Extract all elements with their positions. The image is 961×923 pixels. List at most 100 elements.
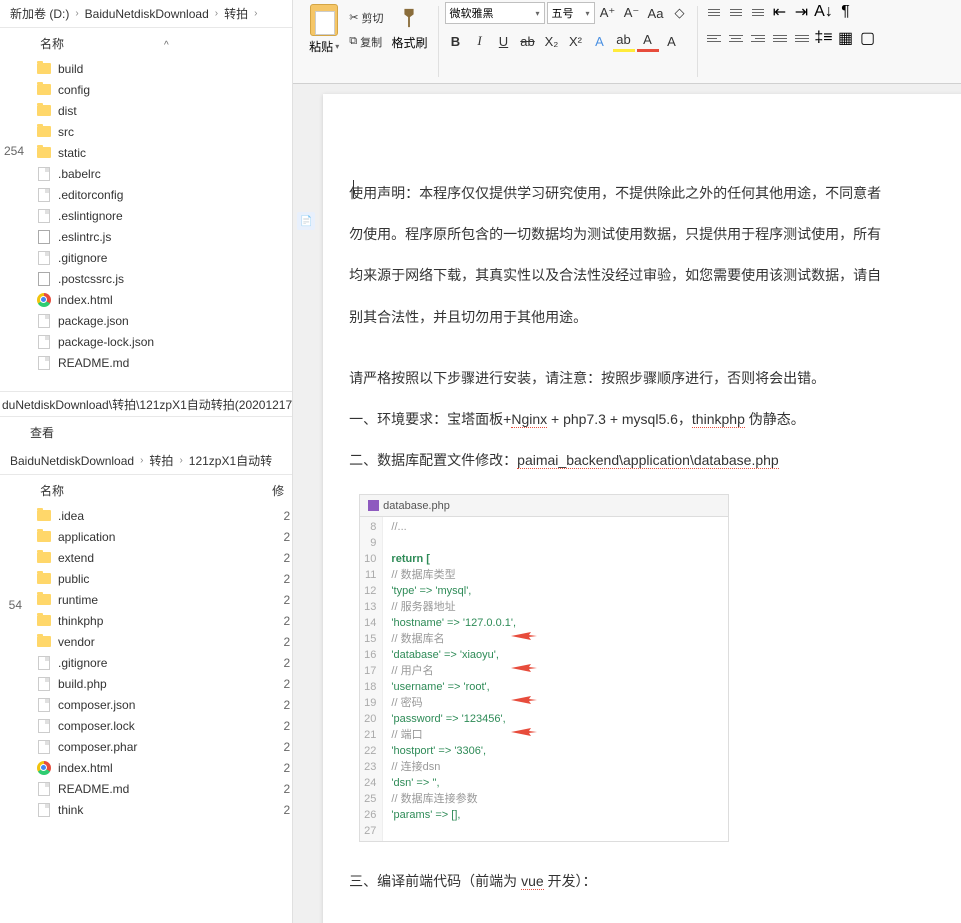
bc-item[interactable]: BaiduNetdiskDownload (4, 454, 140, 468)
line-spacing-button[interactable]: ‡≡ (814, 28, 834, 48)
file-row[interactable]: dist (0, 100, 292, 121)
bullet-list-button[interactable] (704, 2, 724, 22)
file-row[interactable]: runtime2 (0, 589, 292, 610)
indent-right-button[interactable]: ⇥ (792, 2, 812, 22)
font-color-button[interactable]: A (637, 30, 659, 52)
text-cursor (353, 180, 354, 198)
file-row[interactable]: package-lock.json (0, 331, 292, 352)
file-row[interactable]: vendor2 (0, 631, 292, 652)
font-name-dropdown[interactable]: 微软雅黑▾ (445, 2, 545, 24)
file-row[interactable]: .gitignore (0, 247, 292, 268)
col-name[interactable]: 名称 (40, 482, 64, 499)
file-row[interactable]: .eslintrc.js (0, 226, 292, 247)
subscript-button[interactable]: X₂ (541, 30, 563, 52)
justify-button[interactable] (770, 28, 790, 48)
file-row[interactable]: package.json (0, 310, 292, 331)
indent-left-button[interactable]: ⇤ (770, 2, 790, 22)
file-row[interactable]: .editorconfig (0, 184, 292, 205)
file-row[interactable]: build (0, 58, 292, 79)
file-row[interactable]: .babelrc (0, 163, 292, 184)
strike-button[interactable]: ab (517, 30, 539, 52)
file-row[interactable]: README.md2 (0, 778, 292, 799)
file-row[interactable]: application2 (0, 526, 292, 547)
file-name: public (58, 572, 89, 586)
number-list-button[interactable] (726, 2, 746, 22)
file-row[interactable]: composer.phar2 (0, 736, 292, 757)
paste-button[interactable]: 粘贴▾ (303, 2, 345, 57)
file-row[interactable]: .postcssrc.js (0, 268, 292, 289)
bc-item[interactable]: BaiduNetdiskDownload (79, 7, 215, 21)
file-row[interactable]: index.html (0, 289, 292, 310)
file-row[interactable]: .eslintignore (0, 205, 292, 226)
file-modified: 2 (283, 551, 290, 565)
align-right-button[interactable] (748, 28, 768, 48)
file-row[interactable]: config (0, 79, 292, 100)
file-row[interactable]: README.md (0, 352, 292, 373)
grow-font-button[interactable]: A⁺ (597, 2, 619, 24)
col-modified[interactable]: 修 (272, 482, 284, 499)
file-row[interactable]: static (0, 142, 292, 163)
align-center-button[interactable] (726, 28, 746, 48)
col-name[interactable]: 名称^ (40, 35, 169, 52)
superscript-button[interactable]: X² (565, 30, 587, 52)
file-row[interactable]: public 2 (0, 568, 292, 589)
multilevel-list-button[interactable] (748, 2, 768, 22)
format-painter-button[interactable]: 格式刷 (387, 2, 431, 57)
bc-item[interactable]: 转拍 (143, 452, 179, 469)
bc-item[interactable]: 121zpX1自动转 (183, 452, 278, 469)
file-modified: 2 (283, 782, 290, 796)
clear-format-button[interactable]: ◇ (669, 2, 691, 24)
doc-paragraph: 均来源于网络下载，其真实性以及合法性没经过审验，如您需要使用该测试数据，请自 (349, 256, 961, 295)
text-effect-button[interactable]: A (589, 30, 611, 52)
file-name: package.json (58, 314, 129, 328)
view-tab[interactable]: 查看 (0, 417, 292, 447)
document-area[interactable]: 📄 使用声明：本程序仅仅提供学习研究使用，不提供除此之外的任何其他用途，不同意者… (293, 84, 961, 923)
underline-button[interactable]: U (493, 30, 515, 52)
cut-button[interactable]: ✂ 剪切 (345, 8, 387, 28)
distribute-button[interactable] (792, 28, 812, 48)
document-page[interactable]: 📄 使用声明：本程序仅仅提供学习研究使用，不提供除此之外的任何其他用途，不同意者… (323, 94, 961, 923)
file-name: index.html (58, 293, 113, 307)
file-row[interactable]: .gitignore2 (0, 652, 292, 673)
annotation-arrow-icon (511, 661, 537, 669)
file-name: .idea (58, 509, 84, 523)
char-border-button[interactable]: A (661, 30, 683, 52)
italic-button[interactable]: I (469, 30, 491, 52)
file-modified: 2 (283, 509, 290, 523)
file-row[interactable]: src (0, 121, 292, 142)
file-row[interactable]: composer.json2 (0, 694, 292, 715)
file-row[interactable]: index.html2 (0, 757, 292, 778)
bc-item[interactable]: 转拍 (218, 5, 254, 22)
file-row[interactable]: composer.lock2 (0, 715, 292, 736)
border-button[interactable]: ▢ (858, 28, 878, 48)
file-row[interactable]: .idea 2 (0, 505, 292, 526)
file-modified: 2 (283, 593, 290, 607)
file-modified: 2 (283, 572, 290, 586)
file-row[interactable]: build.php2 (0, 673, 292, 694)
file-row[interactable]: think2 (0, 799, 292, 820)
copy-button[interactable]: ⧉ 复制 (345, 32, 387, 52)
sort-button[interactable]: A↓ (814, 2, 834, 22)
breadcrumb-2[interactable]: BaiduNetdiskDownload › 转拍 › 121zpX1自动转 (0, 447, 292, 475)
show-marks-button[interactable]: ¶ (836, 2, 856, 22)
font-size-dropdown[interactable]: 五号▾ (547, 2, 595, 24)
file-name: .eslintignore (58, 209, 123, 223)
shrink-font-button[interactable]: A⁻ (621, 2, 643, 24)
file-row[interactable]: thinkphp2 (0, 610, 292, 631)
doc-paragraph: 请严格按照以下步骤进行安装，请注意：按照步骤顺序进行，否则将会出错。 (349, 359, 961, 398)
paste-options-icon[interactable]: 📄 (297, 212, 315, 230)
doc-paragraph: 二、数据库配置文件修改：paimai_backend\application\d… (349, 441, 961, 480)
file-name: src (58, 125, 74, 139)
align-left-button[interactable] (704, 28, 724, 48)
path-bar[interactable]: duNetdiskDownload\转拍\121zpX1自动转拍(2020121… (0, 391, 292, 417)
doc-paragraph: 别其合法性，并且切勿用于其他用途。 (349, 298, 961, 337)
file-row[interactable]: extend2 (0, 547, 292, 568)
item-count-2: 54 (0, 598, 22, 612)
code-gutter: 89101112131415161718192021222324252627 (360, 517, 383, 841)
bc-item[interactable]: 新加卷 (D:) (4, 5, 75, 22)
breadcrumb-1[interactable]: 新加卷 (D:) › BaiduNetdiskDownload › 转拍 › (0, 0, 292, 28)
highlight-button[interactable]: ab (613, 30, 635, 52)
change-case-button[interactable]: Aа (645, 2, 667, 24)
shading-button[interactable]: ▦ (836, 28, 856, 48)
bold-button[interactable]: B (445, 30, 467, 52)
